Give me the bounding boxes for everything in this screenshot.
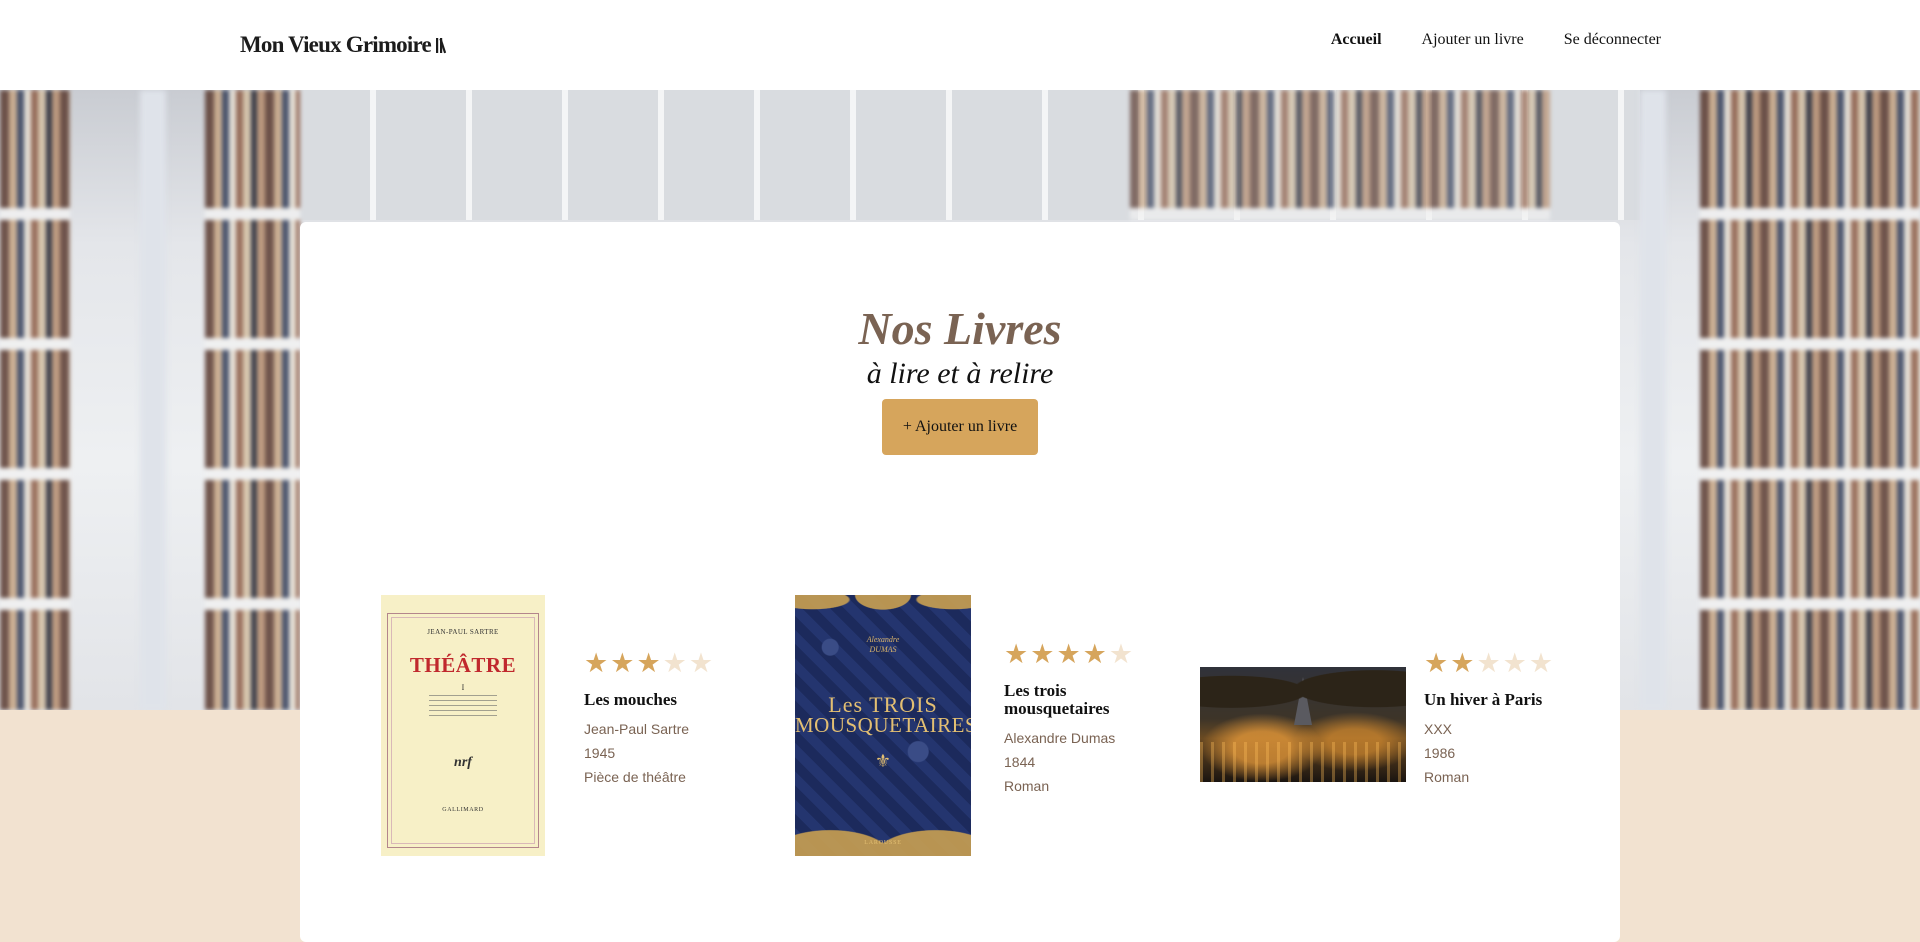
- star-icon: ★: [636, 648, 661, 678]
- cover-author: Alexandre DUMAS: [795, 635, 971, 655]
- book-genre: Pièce de théâtre: [584, 769, 686, 785]
- top-navigation-bar: Mon Vieux Grimoire Accueil Ajouter un li…: [0, 0, 1920, 90]
- bookshelf-left-far: [0, 90, 70, 710]
- star-icon: ★: [1108, 639, 1134, 669]
- page-title: Nos Livres: [858, 303, 1062, 354]
- star-icon: ★: [584, 648, 609, 678]
- add-book-button[interactable]: + Ajouter un livre: [882, 399, 1038, 455]
- book-author: Jean-Paul Sartre: [584, 721, 690, 737]
- nav-link-accueil[interactable]: Accueil: [1331, 31, 1382, 49]
- book-year: 1986: [1424, 745, 1456, 761]
- book-year: 1844: [1004, 754, 1036, 770]
- cover-publisher: LAROUSSE: [864, 840, 902, 846]
- star-icon: ★: [1030, 639, 1055, 669]
- cover-author-last: DUMAS: [869, 645, 897, 654]
- page-subtitle: à lire et à relire: [866, 357, 1054, 390]
- cover-author-first: Alexandre: [866, 635, 900, 644]
- nav-link-deconnexion[interactable]: Se déconnecter: [1564, 31, 1661, 49]
- bookshelf-back: [1130, 90, 1550, 220]
- book-author: XXX: [1424, 721, 1453, 737]
- cover-author: JEAN-PAUL SARTRE: [427, 628, 499, 636]
- book-genre: Roman: [1004, 778, 1050, 794]
- rating-stars: ★ ★ ★ ★ ★: [1004, 641, 1174, 668]
- star-icon: ★: [1424, 648, 1449, 678]
- book-stack-icon: [435, 38, 447, 54]
- cover-imprint: nrf: [454, 755, 472, 770]
- cover-publisher: GALLIMARD: [442, 807, 484, 813]
- book-cover[interactable]: Alexandre DUMAS Les TROIS MOUSQUETAIRES …: [795, 595, 971, 856]
- trees-shape: [1200, 667, 1406, 729]
- cover-ornament: [795, 796, 971, 856]
- book-genre: Roman: [1424, 769, 1470, 785]
- site-logo[interactable]: Mon Vieux Grimoire: [240, 32, 451, 58]
- cover-volume: I: [461, 683, 465, 692]
- nav-link-ajouter-livre[interactable]: Ajouter un livre: [1422, 31, 1524, 49]
- rating-stars: ★ ★ ★ ★ ★: [584, 650, 754, 677]
- star-icon: ★: [688, 648, 714, 678]
- pillar-decor: [1640, 90, 1666, 710]
- bookshelf-left: [205, 90, 300, 710]
- book-title[interactable]: Un hiver à Paris: [1424, 691, 1594, 709]
- rating-stars: ★ ★ ★ ★ ★: [1424, 650, 1594, 677]
- book-info: ★ ★ ★ ★ ★ Les mouches Jean-Paul Sartre 1945 …: [584, 650, 754, 789]
- star-icon: ★: [662, 648, 687, 678]
- books-panel: Nos Livres à lire et à relire + Ajouter …: [300, 222, 1620, 942]
- fleur-de-lis-icon: ⚜: [874, 751, 892, 771]
- star-icon: ★: [1476, 648, 1501, 678]
- star-icon: ★: [1528, 648, 1554, 678]
- star-icon: ★: [1450, 648, 1475, 678]
- star-icon: ★: [1502, 648, 1527, 678]
- logo-text: Mon Vieux Grimoire: [240, 32, 432, 57]
- book-title[interactable]: Les trois mousquetaires: [1004, 682, 1174, 718]
- book-cover[interactable]: JEAN-PAUL SARTRE THÉÂTRE I nrf GALLIMARD: [381, 595, 545, 856]
- book-author: Alexandre Dumas: [1004, 730, 1116, 746]
- main-nav: Accueil Ajouter un livre Se déconnecter: [1331, 31, 1661, 49]
- cover-title-bottom: MOUSQUETAIRES: [795, 713, 971, 737]
- street-lights-shape: [1200, 742, 1406, 782]
- star-icon: ★: [610, 648, 635, 678]
- book-cover[interactable]: [1200, 667, 1406, 782]
- star-icon: ★: [1056, 639, 1081, 669]
- bookshelf-right: [1700, 90, 1920, 710]
- cover-contents-list: [429, 695, 497, 717]
- star-icon: ★: [1082, 639, 1107, 669]
- book-title[interactable]: Les mouches: [584, 691, 754, 709]
- star-icon: ★: [1004, 639, 1029, 669]
- book-info: ★ ★ ★ ★ ★ Les trois mousquetaires Alexandre …: [1004, 641, 1174, 798]
- book-year: 1945: [584, 745, 616, 761]
- pillar-decor: [140, 90, 166, 710]
- book-info: ★ ★ ★ ★ ★ Un hiver à Paris XXX 1986 Roman: [1424, 650, 1594, 789]
- cover-title: THÉÂTRE: [409, 653, 517, 677]
